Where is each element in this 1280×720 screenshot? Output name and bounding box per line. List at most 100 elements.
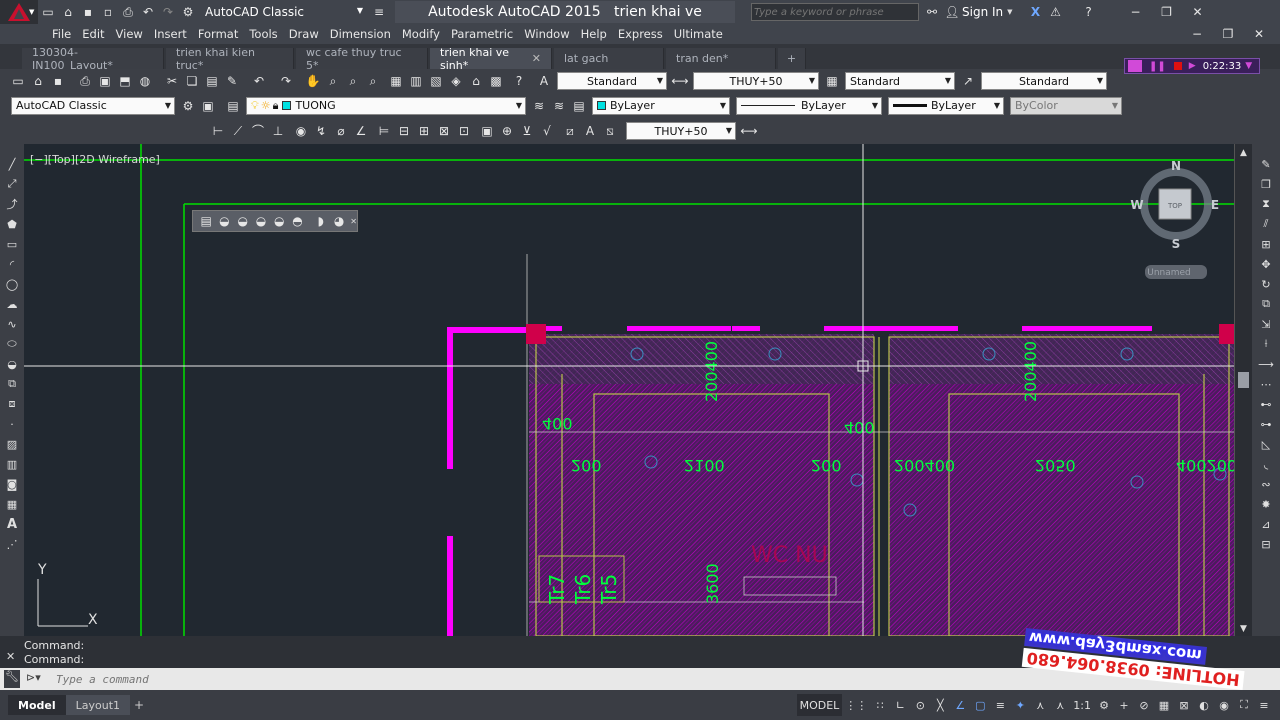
dim-style-icon[interactable]: ⟷ (671, 72, 689, 90)
layout-tab-model[interactable]: Model (8, 695, 66, 715)
drawing-viewport[interactable]: 200400 200400 400 400 200 2100 200 20040… (24, 144, 1234, 636)
dim-style-combo[interactable]: THUY+50 ▼ (626, 122, 736, 140)
layer-state-icon[interactable]: ▤ (570, 97, 588, 115)
viewcube[interactable]: TOP N S W E Unnamed (1130, 159, 1219, 279)
insert-block-icon[interactable]: ⧉ (3, 375, 21, 393)
search-input[interactable] (752, 5, 912, 19)
layer-properties-icon[interactable]: ▤ (224, 97, 242, 115)
paste-icon[interactable]: ▤ (203, 72, 221, 90)
table-style-dropdown[interactable]: Standard ▼ (845, 72, 955, 90)
plot-icon[interactable]: ⎙ (119, 3, 137, 21)
dim-diameter-icon[interactable]: ⌀ (332, 122, 350, 140)
sign-in-link[interactable]: Sign In (962, 5, 1003, 19)
new-icon[interactable]: ▭ (39, 3, 57, 21)
exchange-icon[interactable]: X (1027, 3, 1045, 21)
menu-dimension[interactable]: Dimension (330, 27, 391, 41)
break-point-icon[interactable]: ⋯ (1257, 375, 1275, 393)
make-current-icon[interactable]: ≋ (530, 97, 548, 115)
app-logo[interactable]: ▼ (0, 0, 38, 24)
customization-icon[interactable]: ≡ (1254, 694, 1274, 716)
render-icon[interactable]: ◕ (331, 212, 347, 230)
lineweight-toggle-icon[interactable]: ≡ (990, 694, 1010, 716)
menu-parametric[interactable]: Parametric (451, 27, 513, 41)
restore-icon[interactable]: ❐ (1158, 3, 1176, 21)
menu-modify[interactable]: Modify (402, 27, 440, 41)
polar-icon[interactable]: ⊙ (910, 694, 930, 716)
annotation-monitor-icon[interactable]: + (1114, 694, 1134, 716)
join-icon[interactable]: ⊶ (1257, 415, 1275, 433)
hardware-accel-icon[interactable]: ◉ (1214, 694, 1234, 716)
dim-arc-icon[interactable]: ⌒ (249, 122, 267, 140)
osnap-icon[interactable]: ▢ (970, 694, 990, 716)
linetype-dropdown[interactable]: ByLayer ▼ (736, 96, 882, 115)
align-icon[interactable]: ⊟ (1257, 535, 1275, 553)
line-icon[interactable]: ╱ (3, 155, 21, 173)
menu-help[interactable]: Help (581, 27, 607, 41)
ortho-icon[interactable]: ∟ (890, 694, 910, 716)
chamfer-icon[interactable]: ◺ (1257, 435, 1275, 453)
tool-palettes-icon[interactable]: ▧ (427, 72, 445, 90)
undo-icon[interactable]: ↶ (139, 3, 157, 21)
publish-icon[interactable]: ⬒ (116, 72, 134, 90)
close-tab-icon[interactable]: ✕ (532, 52, 541, 65)
print-icon[interactable]: ⎙ (76, 72, 94, 90)
stop-icon[interactable] (1173, 62, 1182, 70)
customize-cmd-icon[interactable]: 🔧︎ (4, 670, 20, 688)
menu-draw[interactable]: Draw (289, 27, 319, 41)
match-prop-icon[interactable]: ✎ (223, 72, 241, 90)
markup-icon[interactable]: ⌂ (467, 72, 485, 90)
file-tab[interactable]: wc cafe thuy truc 5* (296, 46, 428, 72)
workspace-settings-icon[interactable]: ⚙ (179, 97, 197, 115)
add-layout-button[interactable]: + (130, 695, 148, 715)
layer-previous-icon[interactable]: ≋ (550, 97, 568, 115)
calc-icon[interactable]: ▩ (487, 72, 505, 90)
scroll-thumb[interactable] (1238, 372, 1249, 388)
offset-icon[interactable]: ⫽ (1257, 215, 1275, 233)
mleader-style-dropdown[interactable]: Standard ▼ (981, 72, 1107, 90)
ellipse-arc-icon[interactable]: ◒ (3, 355, 21, 373)
dim-style-manager-icon[interactable]: ⟷ (740, 122, 758, 140)
construction-line-icon[interactable]: ⤢ (3, 175, 21, 193)
center-mark-icon[interactable]: ⊕ (498, 122, 516, 140)
file-tab[interactable]: lat gach (554, 48, 664, 69)
trim-icon[interactable]: ⟊ (1257, 335, 1275, 353)
tolerance-icon[interactable]: ▣ (478, 122, 496, 140)
ellipse-icon[interactable]: ⬭ (3, 335, 21, 353)
dim-edit-icon[interactable]: ⧄ (561, 122, 579, 140)
preview-icon[interactable]: ▣ (96, 72, 114, 90)
table-icon[interactable]: ▦ (3, 495, 21, 513)
isolate-icon[interactable]: ◐ (1194, 694, 1214, 716)
recorder-menu-icon[interactable]: ▼ (1245, 61, 1252, 71)
scroll-down-arrow[interactable]: ▼ (1235, 624, 1252, 634)
point-icon[interactable]: · (3, 415, 21, 433)
search-box[interactable] (751, 3, 919, 21)
region-icon[interactable]: ◙ (3, 475, 21, 493)
menu-express[interactable]: Express (618, 27, 663, 41)
save-icon[interactable]: ▪ (79, 3, 97, 21)
arc-icon[interactable]: ◜ (3, 255, 21, 273)
orbit-icon[interactable]: ◓ (289, 212, 305, 230)
erase-icon[interactable]: ✎ (1257, 155, 1275, 173)
menu-window[interactable]: Window (524, 27, 569, 41)
dim-break-icon[interactable]: ⊡ (455, 122, 473, 140)
dim-text-edit-icon[interactable]: A (581, 122, 599, 140)
user-icon[interactable]: 👤︎ (943, 3, 961, 21)
floating-toolbar[interactable]: ▤ ◒ ◒ ◒ ◒ ◓ ◗ ◕ ✕ (192, 210, 358, 232)
zoom-realtime-icon[interactable]: ⌕ (324, 72, 342, 90)
close-floating-icon[interactable]: ✕ (350, 217, 357, 226)
help-icon[interactable]: ? (1080, 3, 1098, 21)
revcloud-icon[interactable]: ☁ (3, 295, 21, 313)
pan-icon[interactable]: ✋ (304, 72, 322, 90)
mdi-restore-icon[interactable]: ❐ (1219, 25, 1237, 43)
close-command-icon[interactable]: ✕ (6, 650, 15, 663)
sheet-set-icon[interactable]: ◈ (447, 72, 465, 90)
open-icon[interactable]: ⌂ (59, 3, 77, 21)
hatch-icon[interactable]: ▨ (3, 435, 21, 453)
lineweight-dropdown[interactable]: ByLayer ▼ (888, 96, 1004, 115)
polyline-icon[interactable]: ⤴ (3, 195, 21, 213)
shade-icon[interactable]: ◒ (216, 212, 232, 230)
jogged-linear-icon[interactable]: √ (538, 122, 556, 140)
fillet-icon[interactable]: ◟ (1257, 455, 1275, 473)
workspace-switch-icon[interactable]: ⚙ (1094, 694, 1114, 716)
explode-icon[interactable]: ✸ (1257, 495, 1275, 513)
